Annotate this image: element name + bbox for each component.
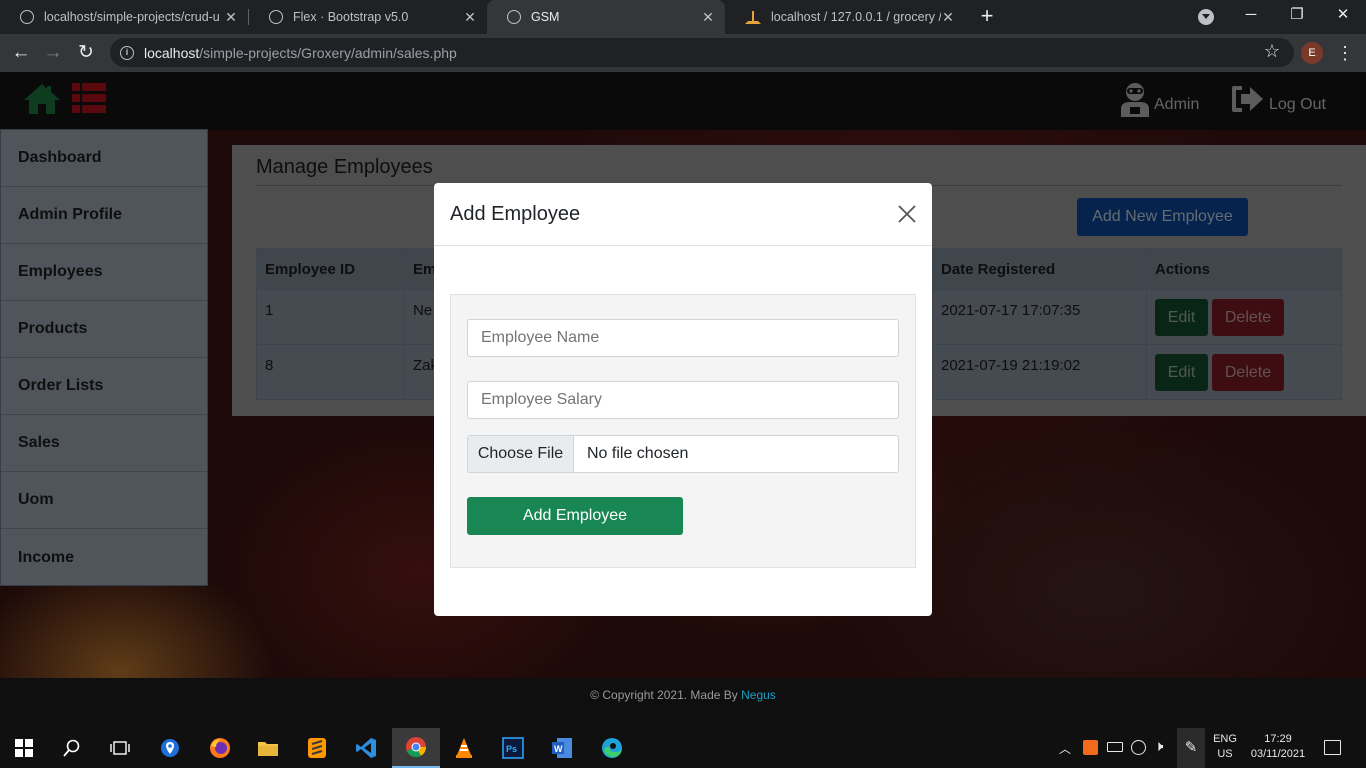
browser-menu-icon[interactable]: ⋮: [1336, 41, 1354, 65]
tab-title: Flex · Bootstrap v5.0: [293, 10, 409, 24]
clock-time: 17:29: [1264, 733, 1292, 745]
chevron-up-icon[interactable]: ︿: [1058, 740, 1072, 756]
vscode-icon[interactable]: [342, 728, 390, 768]
globe-icon: [507, 10, 521, 24]
windows-taskbar: Ps W ︿ 🕨 ✎ ENG US 17:29 03/11/2021: [0, 728, 1366, 768]
new-tab-icon[interactable]: +: [976, 5, 998, 27]
reload-icon[interactable]: ↻: [73, 40, 99, 66]
tab-title: localhost/simple-projects/crud-u: [44, 10, 220, 24]
url-host: localhost: [144, 44, 200, 61]
firefox-icon[interactable]: [196, 728, 244, 768]
search-icon[interactable]: [48, 728, 96, 768]
url-path: /simple-projects/Groxery/admin/sales.php: [199, 44, 457, 61]
tab-close-icon[interactable]: ✕: [701, 9, 715, 26]
clock-date: 03/11/2021: [1250, 748, 1306, 760]
page-viewport: Admin Log Out Dashboard Admin Profile Em…: [0, 72, 1366, 728]
close-icon[interactable]: [896, 203, 918, 225]
minimize-icon[interactable]: ─: [1228, 4, 1274, 30]
author-link[interactable]: Negus: [741, 688, 776, 702]
add-employee-button[interactable]: Add Employee: [467, 497, 683, 535]
url-text: localhost/simple-projects/Groxery/admin/…: [144, 45, 457, 61]
edge-icon[interactable]: [588, 728, 636, 768]
tab-close-icon[interactable]: ✕: [224, 9, 238, 26]
battery-icon[interactable]: [1107, 742, 1123, 752]
copyright-text: © Copyright 2021. Made By: [590, 688, 742, 702]
file-explorer-icon[interactable]: [244, 728, 292, 768]
windows-start-icon[interactable]: [0, 728, 48, 768]
browser-tab[interactable]: Flex · Bootstrap v5.0 ✕: [249, 0, 487, 34]
task-view-icon[interactable]: [96, 728, 144, 768]
clock[interactable]: 17:29 03/11/2021: [1245, 733, 1311, 760]
modal-header-divider: [434, 245, 932, 246]
keyboard-region: US: [1217, 748, 1233, 760]
vlc-icon[interactable]: [440, 728, 488, 768]
language-code: ENG: [1213, 733, 1237, 745]
browser-tab[interactable]: localhost / 127.0.0.1 / grocery / s ✕: [725, 0, 965, 34]
tray-app-icon[interactable]: [1083, 740, 1098, 755]
employee-form: Choose File No file chosen Add Employee: [450, 294, 916, 568]
forward-icon[interactable]: →: [40, 40, 66, 66]
choose-file-button[interactable]: Choose File: [468, 436, 574, 472]
browser-toolbar: ← → ↻ i localhost/simple-projects/Groxer…: [0, 34, 1366, 72]
restore-icon[interactable]: ❐: [1274, 4, 1320, 30]
bookmark-star-icon[interactable]: ☆: [1264, 41, 1280, 62]
network-globe-icon[interactable]: [1131, 740, 1146, 755]
info-icon[interactable]: i: [120, 45, 134, 60]
sublime-text-icon[interactable]: [293, 728, 341, 768]
svg-text:W: W: [554, 744, 563, 754]
tab-title: GSM: [531, 10, 560, 24]
globe-icon: [20, 10, 34, 24]
back-icon[interactable]: ←: [8, 40, 34, 66]
tab-close-icon[interactable]: ✕: [941, 9, 955, 26]
footer: © Copyright 2021. Made By Negus: [0, 678, 1366, 728]
phpmyadmin-icon: [745, 10, 761, 24]
language-indicator[interactable]: ENG US: [1211, 733, 1239, 760]
svg-text:Ps: Ps: [506, 744, 517, 754]
maps-icon[interactable]: [146, 728, 194, 768]
profile-avatar[interactable]: E: [1301, 42, 1323, 64]
address-bar[interactable]: i localhost/simple-projects/Groxery/admi…: [110, 38, 1294, 67]
window-close-icon[interactable]: ✕: [1320, 4, 1366, 30]
employee-salary-input[interactable]: [467, 381, 899, 419]
browser-tabstrip: localhost/simple-projects/crud-u ✕ Flex …: [0, 0, 1366, 34]
notifications-icon[interactable]: [1324, 740, 1341, 755]
photo-file-input[interactable]: Choose File No file chosen: [467, 435, 899, 473]
tab-search-icon[interactable]: [1198, 9, 1214, 25]
browser-tab-active[interactable]: GSM ✕: [487, 0, 725, 34]
chrome-icon[interactable]: [392, 728, 440, 768]
word-icon[interactable]: W: [538, 728, 586, 768]
browser-tab[interactable]: localhost/simple-projects/crud-u ✕: [0, 0, 248, 34]
tab-title: localhost / 127.0.0.1 / grocery / s: [771, 10, 941, 24]
modal-title: Add Employee: [450, 203, 581, 225]
tab-close-icon[interactable]: ✕: [463, 9, 477, 26]
volume-icon[interactable]: 🕨: [1154, 738, 1163, 755]
pen-icon[interactable]: ✎: [1177, 728, 1205, 768]
globe-icon: [269, 10, 283, 24]
add-employee-modal: Add Employee Choose File No file chosen …: [434, 183, 932, 616]
photoshop-icon[interactable]: Ps: [489, 728, 537, 768]
employee-name-input[interactable]: [467, 319, 899, 357]
file-status-text: No file chosen: [587, 445, 689, 462]
